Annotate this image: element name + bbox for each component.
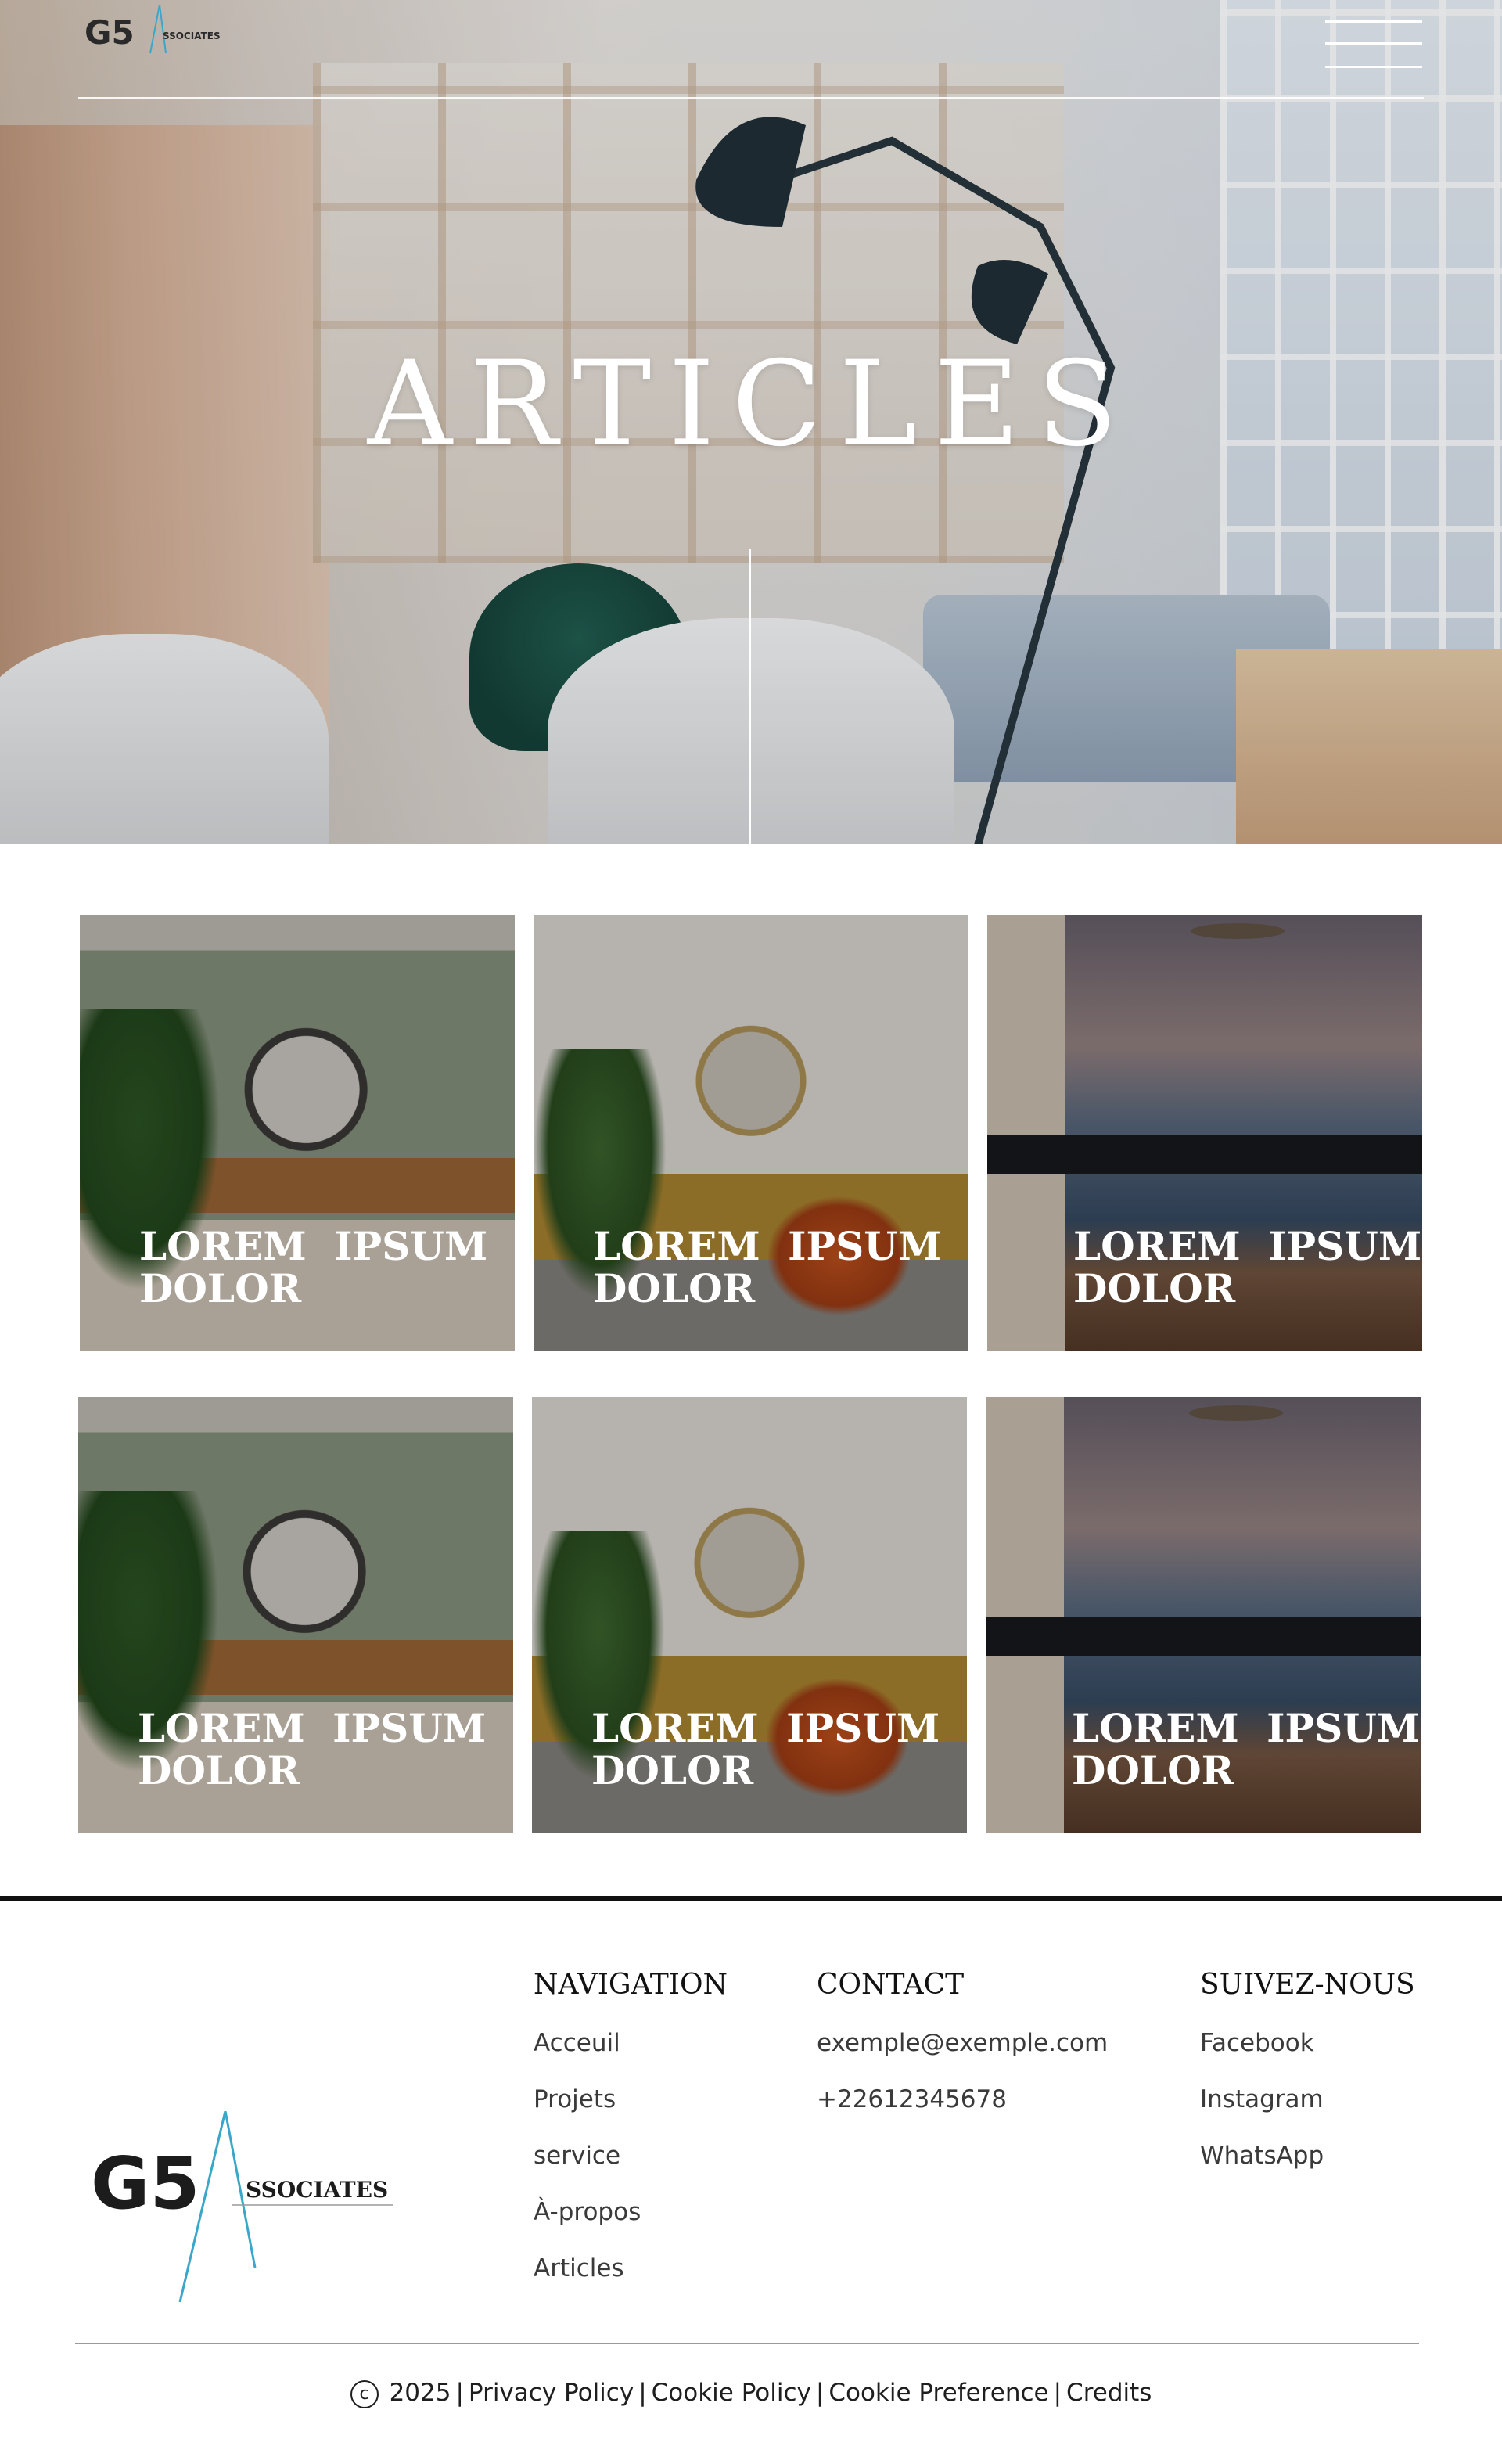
credits-link[interactable]: Credits [1066,2379,1152,2407]
footer-link-articles[interactable]: Articles [534,2250,728,2306]
article-title: LOREM IPSUM DOLOR [593,1223,942,1311]
article-card[interactable]: LOREM IPSUM DOLOR [78,1397,513,1833]
separator: | [455,2379,464,2407]
svg-text:G5: G5 [84,13,135,52]
hamburger-menu-icon[interactable] [1325,19,1422,69]
privacy-policy-link[interactable]: Privacy Policy [469,2379,634,2407]
article-card[interactable]: LOREM IPSUM DOLOR [534,915,968,1351]
footer-link-facebook[interactable]: Facebook [1200,2024,1415,2081]
article-card[interactable]: LOREM IPSUM DOLOR [532,1397,967,1833]
svg-text:G5: G5 [91,2142,200,2225]
header-divider [78,97,1424,99]
separator: | [815,2379,825,2407]
svg-text:SSOCIATES: SSOCIATES [163,31,221,41]
footer-bottom-rule [75,2343,1419,2344]
footer-top-rule [0,1896,1502,1901]
footer-link-accueil[interactable]: Acceuil [534,2024,728,2081]
footer-link-a-propos[interactable]: À-propos [534,2193,728,2250]
hero-vertical-divider [749,549,751,844]
footer-social-heading: SUIVEZ-NOUS [1200,1969,1415,2001]
footer-contact-email[interactable]: exemple@exemple.com [817,2024,1108,2081]
article-title: LOREM IPSUM DOLOR [139,1223,488,1311]
cookie-policy-link[interactable]: Cookie Policy [652,2379,811,2407]
separator: | [638,2379,647,2407]
article-card[interactable]: LOREM IPSUM DOLOR [986,1397,1421,1833]
article-title: LOREM IPSUM DOLOR [1072,1705,1421,1793]
copyright-icon: c [350,2379,379,2408]
page-title: ARTICLES [367,336,1135,473]
footer-link-whatsapp[interactable]: WhatsApp [1200,2137,1415,2193]
separator: | [1053,2379,1062,2407]
copyright-bar: c 2025 | Privacy Policy | Cookie Policy | Cooki… [0,2379,1502,2408]
footer-link-service[interactable]: service [534,2137,728,2193]
footer-link-instagram[interactable]: Instagram [1200,2081,1415,2137]
footer-contact: CONTACT exemple@exemple.com +22612345678 [817,1969,1108,2137]
hero-banner: G5 SSOCIATES ARTICLES [0,0,1502,844]
footer-link-projets[interactable]: Projets [534,2081,728,2137]
svg-text:SSOCIATES: SSOCIATES [246,2177,388,2203]
footer-navigation: NAVIGATION Acceuil Projets service À-pro… [534,1969,728,2306]
footer-navigation-heading: NAVIGATION [534,1969,728,2001]
footer-logo[interactable]: G5 SSOCIATES [91,2111,396,2304]
article-title: LOREM IPSUM DOLOR [1073,1223,1422,1311]
footer-contact-phone[interactable]: +22612345678 [817,2081,1108,2137]
footer-contact-heading: CONTACT [817,1969,965,2001]
header-logo[interactable]: G5 SSOCIATES [84,5,241,59]
article-title: LOREM IPSUM DOLOR [138,1705,487,1793]
cookie-preference-link[interactable]: Cookie Preference [828,2379,1048,2407]
article-card[interactable]: LOREM IPSUM DOLOR [80,915,515,1351]
article-title: LOREM IPSUM DOLOR [591,1705,940,1793]
copyright-year: 2025 [389,2379,451,2407]
article-card[interactable]: LOREM IPSUM DOLOR [987,915,1422,1351]
footer-social: SUIVEZ-NOUS Facebook Instagram WhatsApp [1200,1969,1415,2193]
